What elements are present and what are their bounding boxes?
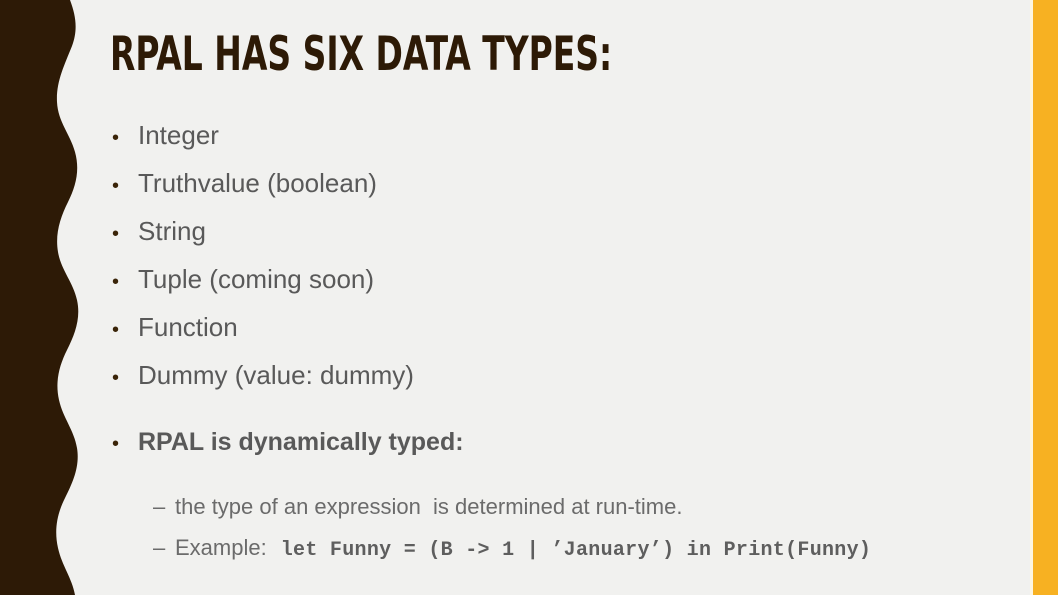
right-orange-stripe	[1033, 0, 1058, 595]
bullet-dot-icon: •	[112, 175, 120, 197]
list-item: • String	[112, 209, 1012, 257]
bullet-dot-icon: •	[112, 319, 120, 341]
list-item-label: Tuple (coming soon)	[138, 264, 375, 294]
sub-list-item: – the type of an expression is determine…	[153, 486, 1012, 527]
list-item: • Function	[112, 305, 1012, 353]
list-item-label: RPAL is dynamically typed:	[138, 428, 464, 456]
list-item-label: String	[138, 216, 206, 246]
dash-marker-icon: –	[153, 535, 166, 560]
sub-list-item: – Example: let Funny = (B -> 1 | ’Januar…	[153, 527, 1012, 571]
list-item-label: Truthvalue (boolean)	[138, 168, 377, 198]
page-title: RPAL HAS SIX DATA TYPES:	[110, 27, 613, 82]
list-item: • Truthvalue (boolean)	[112, 161, 1012, 209]
list-item: • Integer	[112, 113, 1012, 161]
sub-list-item-label: Example:	[175, 535, 267, 560]
list-item-label: Function	[138, 312, 238, 342]
bullet-dot-icon: •	[112, 367, 120, 389]
list-item-emphasis: • RPAL is dynamically typed:	[112, 420, 1012, 467]
left-wave-decoration	[0, 0, 79, 595]
list-item-label: Dummy (value: dummy)	[138, 360, 414, 390]
dash-marker-icon: –	[153, 494, 166, 519]
sub-list-item-label: the type of an expression is determined …	[175, 494, 683, 519]
bullet-dot-icon: •	[112, 127, 120, 149]
list-item: • Dummy (value: dummy)	[112, 353, 1012, 401]
wave-shape	[0, 0, 79, 595]
list-item-label: Integer	[138, 120, 219, 150]
slide-canvas: RPAL HAS SIX DATA TYPES: • Integer • Tru…	[0, 0, 1058, 595]
code-snippet: let Funny = (B -> 1 | ’January’) in Prin…	[280, 539, 872, 562]
bullet-dot-icon: •	[112, 223, 120, 245]
list-item: • Tuple (coming soon)	[112, 257, 1012, 305]
bullet-dot-icon: •	[112, 433, 120, 455]
bullet-dot-icon: •	[112, 271, 120, 293]
bullet-list: • Integer • Truthvalue (boolean) • Strin…	[112, 113, 1012, 571]
